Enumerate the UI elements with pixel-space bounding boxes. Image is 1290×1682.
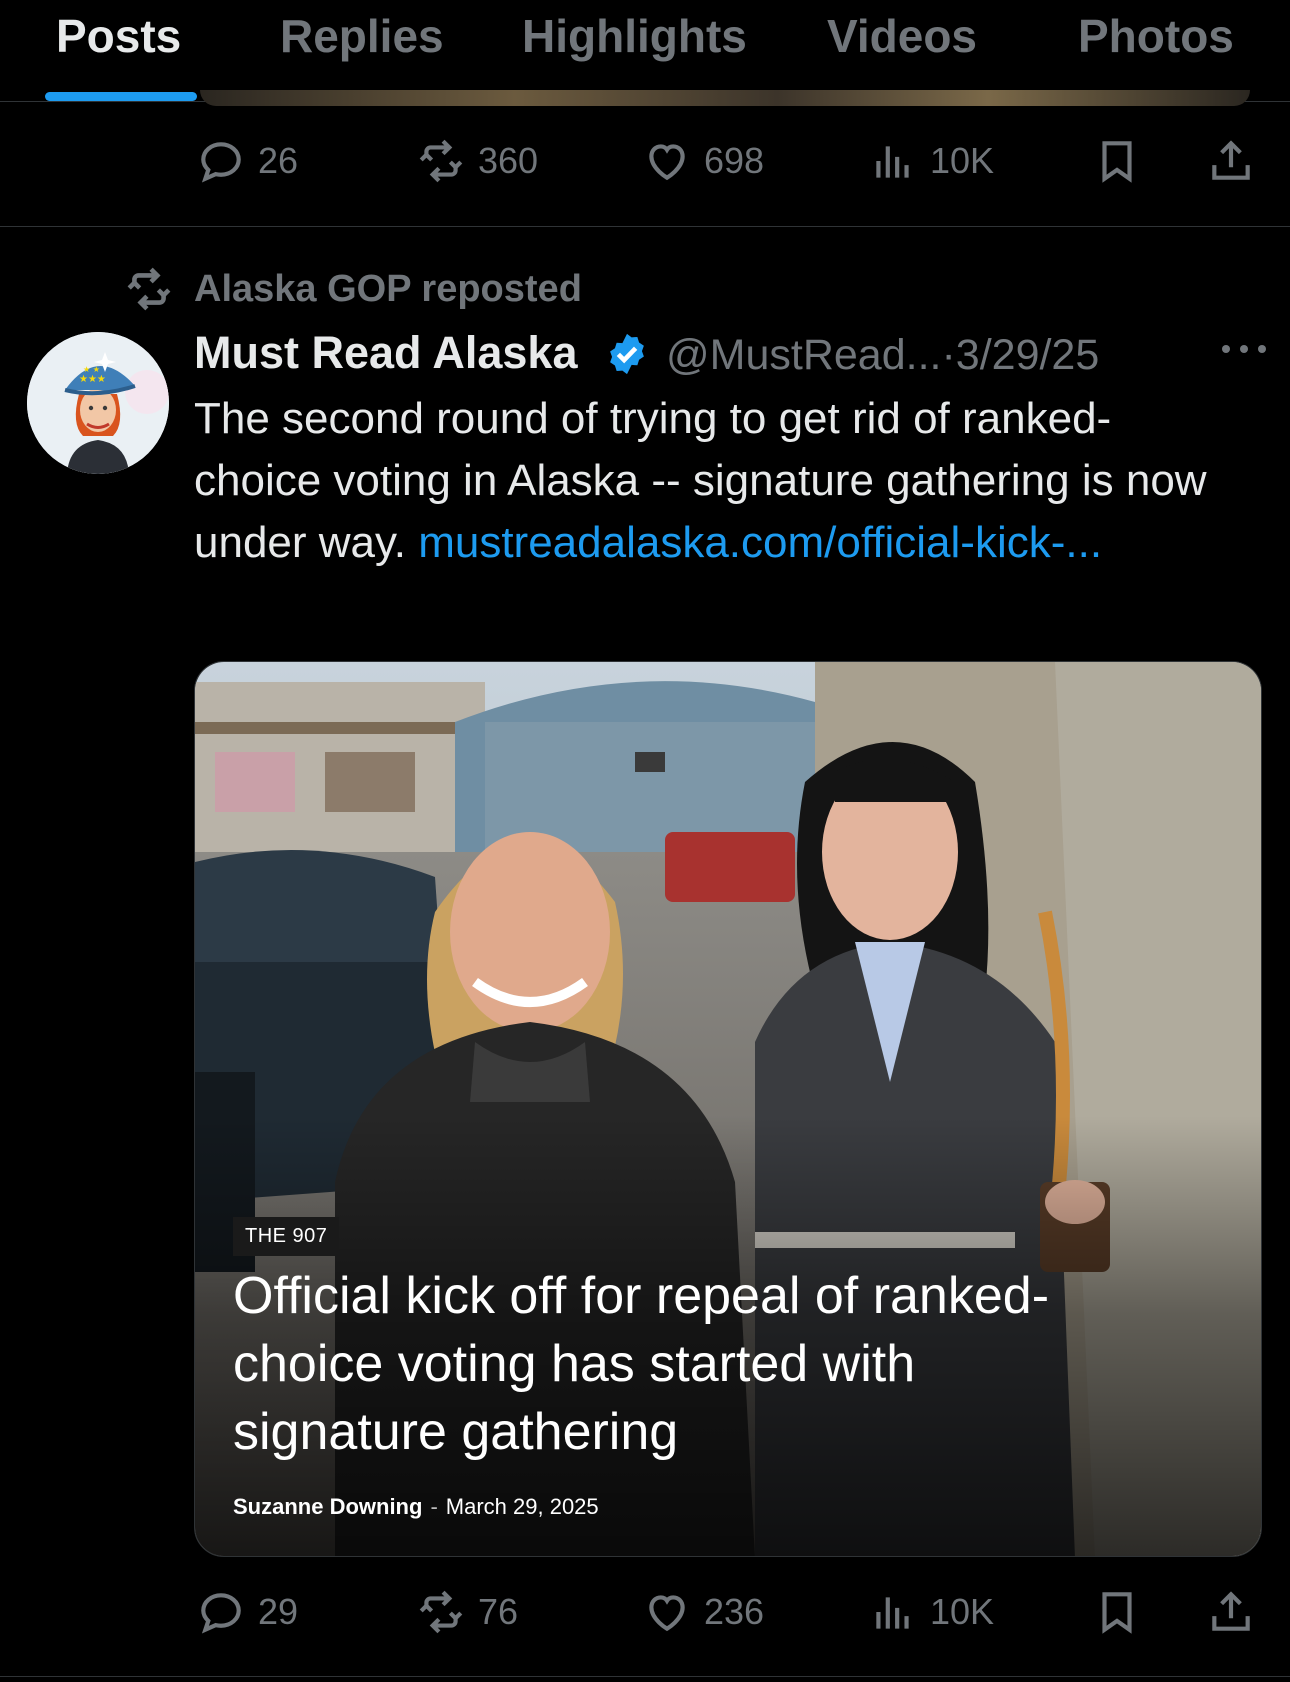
repost-icon	[419, 139, 463, 183]
heart-icon	[649, 144, 685, 181]
like-button[interactable]: 236	[642, 1572, 764, 1652]
author-handle[interactable]: @MustRead...·3/29/25	[666, 331, 1099, 380]
views-count: 10K	[930, 140, 995, 181]
repost-count: 76	[478, 1591, 519, 1632]
like-count: 236	[704, 1591, 765, 1632]
link-preview-card[interactable]: THE 907 Official kick off for repeal of …	[194, 661, 1262, 1557]
article-byline: Suzanne Downing - March 29, 2025	[233, 1494, 599, 1520]
like-button[interactable]: 698	[642, 121, 764, 201]
svg-text:★ ★: ★ ★	[83, 365, 100, 374]
bookmark-button[interactable]	[1092, 1572, 1142, 1652]
article-author: Suzanne Downing	[233, 1494, 423, 1519]
share-icon	[1212, 140, 1250, 180]
repost-button[interactable]: 76	[416, 1572, 518, 1652]
avatar[interactable]: ★★★ ★ ★	[27, 332, 169, 474]
previous-post-media-edge[interactable]	[200, 90, 1250, 106]
article-date: March 29, 2025	[445, 1494, 599, 1519]
profile-tabs: Posts Replies Highlights Videos Photos	[0, 0, 1290, 106]
tab-posts[interactable]: Posts	[56, 10, 181, 62]
verified-badge-icon	[610, 333, 644, 375]
bookmark-icon	[1102, 141, 1132, 183]
repost-label: Alaska GOP reposted	[194, 267, 582, 310]
post-divider	[0, 1676, 1290, 1677]
bookmark-button[interactable]	[1092, 121, 1142, 201]
post-date: 3/29/25	[955, 331, 1100, 379]
avatar-image: ★★★ ★ ★	[27, 332, 169, 474]
views-button[interactable]: 10K	[868, 121, 994, 201]
byline-separator: -	[430, 1494, 438, 1519]
handle-separator: ·	[941, 331, 956, 379]
tab-videos[interactable]: Videos	[827, 10, 977, 62]
tab-photos[interactable]: Photos	[1078, 10, 1234, 62]
bookmark-icon	[1102, 1592, 1132, 1634]
repost-icon	[127, 267, 171, 311]
repost-button[interactable]: 360	[416, 121, 538, 201]
reply-button[interactable]: 26	[196, 121, 298, 201]
views-count: 10K	[930, 1591, 995, 1632]
repost-count: 360	[478, 140, 539, 181]
post-text: The second round of trying to get rid of…	[194, 388, 1234, 574]
reply-count: 26	[258, 140, 299, 181]
reply-icon	[201, 142, 241, 183]
views-icon	[876, 1597, 909, 1629]
post-link[interactable]: mustreadalaska.com/official-kick-...	[418, 518, 1102, 567]
reply-count: 29	[258, 1591, 299, 1632]
reply-button[interactable]: 29	[196, 1572, 298, 1652]
share-icon	[1212, 1591, 1250, 1631]
active-tab-indicator	[45, 92, 197, 101]
post-header: Must Read Alaska @MustRead...·3/29/25	[194, 325, 1274, 385]
views-icon	[876, 146, 909, 178]
tab-replies[interactable]: Replies	[280, 10, 444, 62]
reply-icon	[201, 1593, 241, 1634]
repost-context[interactable]: Alaska GOP reposted	[124, 264, 582, 314]
share-button[interactable]	[1206, 1572, 1256, 1652]
repost-icon	[419, 1590, 463, 1634]
post-actions: 29 76 236 10K	[0, 1572, 1290, 1652]
like-count: 698	[704, 140, 765, 181]
more-options-icon[interactable]	[1214, 329, 1274, 369]
handle-text: @MustRead...	[666, 331, 942, 379]
article-headline: Official kick off for repeal of ranked-c…	[233, 1267, 1050, 1461]
previous-post-actions: 26 360 698 10K	[0, 121, 1290, 201]
share-button[interactable]	[1206, 121, 1256, 201]
tab-highlights[interactable]: Highlights	[522, 10, 747, 62]
post-divider	[0, 226, 1290, 227]
svg-text:★★★: ★★★	[79, 374, 106, 385]
views-button[interactable]: 10K	[868, 1572, 994, 1652]
heart-icon	[649, 1595, 685, 1632]
author-name[interactable]: Must Read Alaska	[194, 327, 577, 379]
article-section-tag: THE 907	[233, 1217, 340, 1256]
